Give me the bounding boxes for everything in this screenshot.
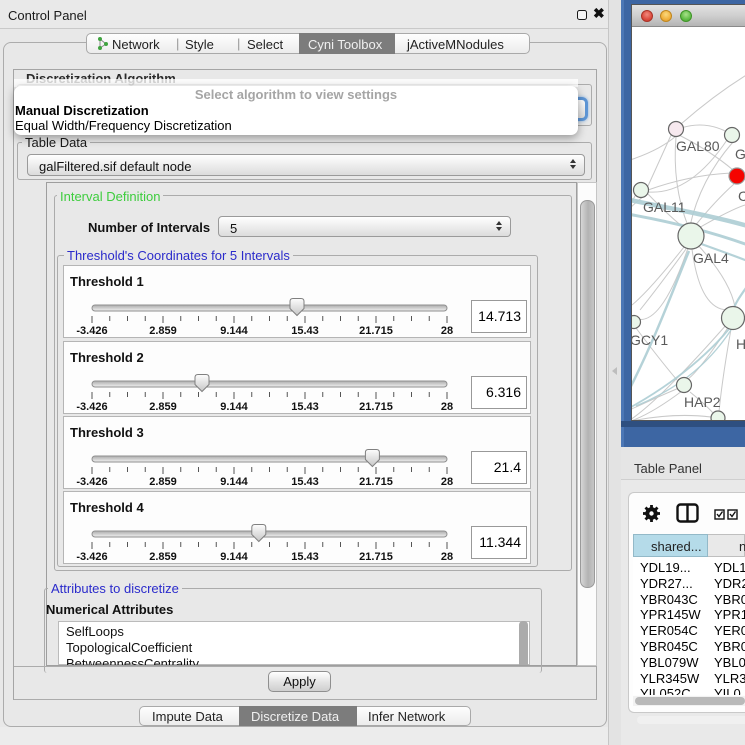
svg-text:9.144: 9.144 bbox=[220, 325, 248, 337]
svg-text:15.43: 15.43 bbox=[291, 401, 319, 413]
svg-text:21.715: 21.715 bbox=[359, 551, 393, 563]
svg-text:-3.426: -3.426 bbox=[76, 551, 107, 563]
svg-text:28: 28 bbox=[441, 476, 453, 488]
svg-text:15.43: 15.43 bbox=[291, 476, 319, 488]
svg-text:-3.426: -3.426 bbox=[76, 401, 107, 413]
svg-text:GCY1: GCY1 bbox=[632, 332, 668, 348]
svg-text:C: C bbox=[738, 188, 745, 204]
svg-text:2.859: 2.859 bbox=[149, 476, 177, 488]
svg-text:28: 28 bbox=[441, 551, 453, 563]
svg-text:HAP2: HAP2 bbox=[684, 394, 721, 410]
svg-text:GA: GA bbox=[735, 146, 745, 162]
svg-text:28: 28 bbox=[441, 401, 453, 413]
svg-text:GAL11: GAL11 bbox=[643, 199, 686, 215]
svg-text:GAL80: GAL80 bbox=[676, 138, 720, 154]
svg-text:15.43: 15.43 bbox=[291, 551, 319, 563]
svg-text:21.715: 21.715 bbox=[359, 476, 393, 488]
svg-text:2.859: 2.859 bbox=[149, 325, 177, 337]
svg-text:21.715: 21.715 bbox=[359, 325, 393, 337]
svg-text:21.715: 21.715 bbox=[359, 401, 393, 413]
svg-text:15.43: 15.43 bbox=[291, 325, 319, 337]
svg-text:H: H bbox=[736, 336, 745, 352]
svg-text:2.859: 2.859 bbox=[149, 551, 177, 563]
svg-text:GAL4: GAL4 bbox=[693, 250, 729, 266]
svg-text:9.144: 9.144 bbox=[220, 401, 248, 413]
svg-text:2.859: 2.859 bbox=[149, 401, 177, 413]
svg-text:28: 28 bbox=[441, 325, 453, 337]
svg-text:-3.426: -3.426 bbox=[76, 476, 107, 488]
svg-text:9.144: 9.144 bbox=[220, 551, 248, 563]
svg-text:9.144: 9.144 bbox=[220, 476, 248, 488]
svg-text:-3.426: -3.426 bbox=[76, 325, 107, 337]
